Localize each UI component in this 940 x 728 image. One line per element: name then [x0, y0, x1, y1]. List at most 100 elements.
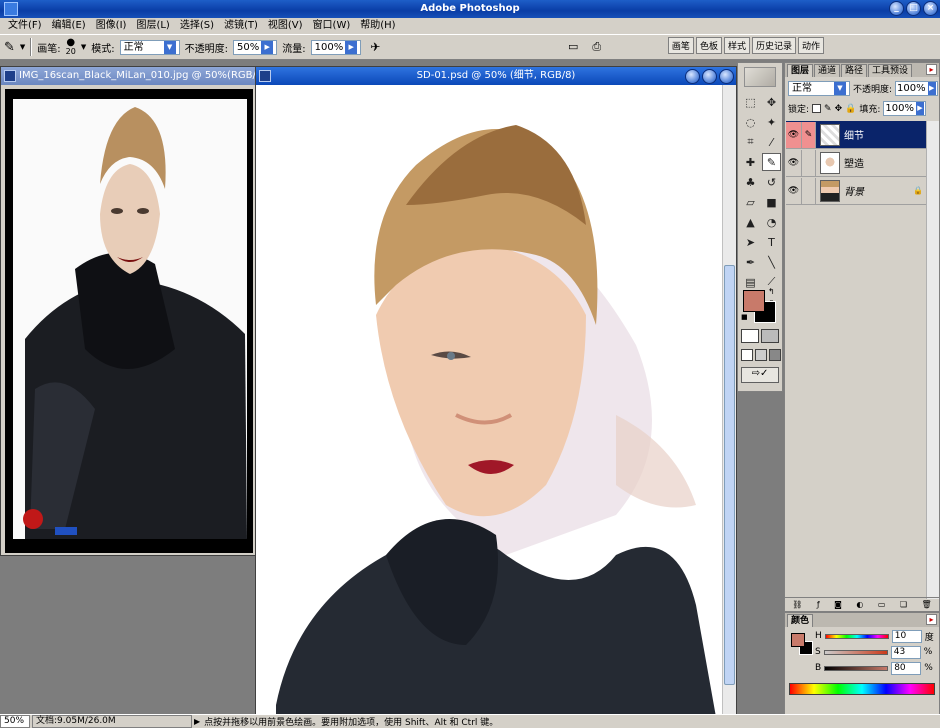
brightness-slider-row[interactable]: B 80 %: [815, 661, 933, 675]
color-panel-menu-icon[interactable]: ▸: [926, 614, 937, 625]
line-tool-icon[interactable]: ╲: [762, 253, 781, 271]
full-screen-menu-icon[interactable]: [755, 349, 767, 361]
foreground-color-swatch[interactable]: [743, 290, 765, 312]
lasso-tool-icon[interactable]: ◌: [741, 113, 760, 131]
painting-canvas[interactable]: [256, 85, 724, 715]
new-layer-icon[interactable]: ❏: [900, 600, 907, 609]
flow-slider-icon[interactable]: ▶: [345, 40, 358, 54]
layers-panel-menu-icon[interactable]: ▸: [926, 64, 937, 75]
menu-file[interactable]: 文件(F): [3, 18, 47, 34]
doc-maximize-button[interactable]: [702, 69, 717, 84]
mode-select[interactable]: 正常 ▼: [119, 39, 180, 55]
eraser-tool-icon[interactable]: ▱: [741, 193, 760, 211]
maximize-button[interactable]: □: [906, 1, 921, 16]
status-arrow-icon[interactable]: ▶: [194, 717, 200, 726]
color-fg-swatch[interactable]: [791, 633, 805, 647]
marquee-tool-icon[interactable]: ⬚: [741, 93, 760, 111]
folder-icon[interactable]: ▭: [878, 600, 886, 609]
notes-tool-icon[interactable]: ▤: [741, 273, 760, 291]
painting-doc-titlebar[interactable]: SD-01.psd @ 50% (细节, RGB/8): [256, 67, 736, 85]
tab-layers[interactable]: 图层: [787, 64, 814, 77]
reference-doc-titlebar[interactable]: IMG_16scan_Black_MiLan_010.jpg @ 50%(RGB…: [1, 67, 255, 85]
brush-tool-icon[interactable]: ✎: [4, 40, 15, 55]
fill-slider-icon[interactable]: ▶: [916, 102, 924, 115]
lock-position-icon[interactable]: ✥: [835, 104, 843, 114]
gradient-tool-icon[interactable]: ■: [762, 193, 781, 211]
menu-edit[interactable]: 编辑(E): [47, 18, 91, 34]
brightness-value[interactable]: 80: [891, 661, 922, 675]
menu-select[interactable]: 选择(S): [175, 18, 219, 34]
menu-filter[interactable]: 滤镜(T): [219, 18, 263, 34]
adjustment-icon[interactable]: ◐: [856, 600, 863, 609]
clone-stamp-tool-icon[interactable]: ♣: [741, 173, 760, 191]
mask-icon[interactable]: ◙: [834, 600, 842, 609]
standard-screen-icon[interactable]: [741, 349, 753, 361]
lock-image-icon[interactable]: ✎: [824, 104, 832, 114]
magic-wand-tool-icon[interactable]: ✦: [762, 113, 781, 131]
brush-chevron-icon[interactable]: ▼: [81, 43, 86, 51]
printer-icon[interactable]: ⎙: [592, 40, 601, 54]
close-button[interactable]: ×: [923, 1, 938, 16]
menu-layer[interactable]: 图层(L): [131, 18, 174, 34]
saturation-value[interactable]: 43: [890, 645, 921, 659]
history-brush-tool-icon[interactable]: ↺: [762, 173, 781, 191]
tool-preset-chevron-icon[interactable]: ▼: [20, 43, 25, 51]
blur-tool-icon[interactable]: ▲: [741, 213, 760, 231]
full-screen-icon[interactable]: [769, 349, 781, 361]
minimize-button[interactable]: _: [889, 1, 904, 16]
lock-all-icon[interactable]: 🔒: [845, 104, 856, 114]
file-browser-icon[interactable]: ▭: [568, 40, 578, 54]
layer-link-cell[interactable]: [802, 149, 816, 176]
painting-vertical-scrollbar[interactable]: [722, 85, 736, 715]
path-selection-tool-icon[interactable]: ➤: [741, 233, 760, 251]
lock-transparency-icon[interactable]: [812, 104, 822, 113]
layer-visibility-eye-icon[interactable]: 👁: [786, 121, 802, 148]
layer-name[interactable]: 细节: [844, 127, 864, 142]
brightness-ramp[interactable]: [824, 665, 889, 671]
well-tab-brushes[interactable]: 画笔: [667, 37, 694, 54]
toolbox-header-feather-icon[interactable]: [744, 67, 776, 87]
color-spectrum-bar[interactable]: [789, 683, 935, 695]
layer-row[interactable]: 👁 背景 🔒: [786, 177, 926, 205]
reference-photo-canvas[interactable]: [5, 89, 253, 553]
swap-colors-icon[interactable]: ↰: [768, 287, 775, 296]
move-tool-icon[interactable]: ✥: [762, 93, 781, 111]
reference-document-window[interactable]: IMG_16scan_Black_MiLan_010.jpg @ 50%(RGB…: [0, 66, 256, 556]
layer-opacity-input[interactable]: 100% ▶: [895, 81, 938, 96]
dodge-tool-icon[interactable]: ◔: [762, 213, 781, 231]
layers-scrollbar[interactable]: [926, 121, 939, 599]
layer-name[interactable]: 背景: [844, 183, 864, 198]
layer-opacity-slider-icon[interactable]: ▶: [927, 82, 936, 95]
fill-input[interactable]: 100% ▶: [883, 101, 926, 116]
layer-brush-icon[interactable]: ✎: [802, 121, 816, 148]
airbrush-icon[interactable]: ✈: [370, 40, 380, 54]
menu-window[interactable]: 窗口(W): [308, 18, 356, 34]
type-tool-icon[interactable]: T: [762, 233, 781, 251]
jump-to-imageready-icon[interactable]: ⇨✓: [741, 367, 779, 383]
menu-image[interactable]: 图像(I): [91, 18, 132, 34]
doc-close-button[interactable]: [719, 69, 734, 84]
well-tab-swatches[interactable]: 色板: [695, 37, 722, 54]
hue-slider-row[interactable]: H 10 度: [815, 629, 934, 643]
blend-mode-select[interactable]: 正常 ▼: [788, 81, 850, 96]
layer-row[interactable]: 👁 塑造: [786, 149, 926, 177]
crop-tool-icon[interactable]: ⌗: [741, 133, 760, 151]
standard-mode-icon[interactable]: [741, 329, 759, 343]
brush-picker[interactable]: ● 20: [66, 38, 76, 57]
painting-document-window[interactable]: SD-01.psd @ 50% (细节, RGB/8): [255, 66, 737, 716]
tab-color[interactable]: 颜色: [787, 614, 814, 627]
slice-tool-icon[interactable]: ⁄: [762, 133, 781, 151]
trash-icon[interactable]: 🗑: [922, 600, 932, 609]
layer-row[interactable]: 👁 ✎ 细节: [786, 121, 926, 149]
pen-tool-icon[interactable]: ✒: [741, 253, 760, 271]
well-tab-history[interactable]: 历史记录: [751, 37, 796, 54]
opacity-input[interactable]: 50% ▶: [233, 39, 278, 55]
well-tab-styles[interactable]: 样式: [723, 37, 750, 54]
quick-mask-mode-icon[interactable]: [761, 329, 779, 343]
opacity-slider-icon[interactable]: ▶: [261, 40, 274, 54]
layer-link-cell[interactable]: [802, 177, 816, 204]
well-tab-actions[interactable]: 动作: [797, 37, 824, 54]
saturation-slider-row[interactable]: S 43 %: [815, 645, 932, 659]
menu-help[interactable]: 帮助(H): [355, 18, 400, 34]
flow-input[interactable]: 100% ▶: [310, 39, 362, 55]
